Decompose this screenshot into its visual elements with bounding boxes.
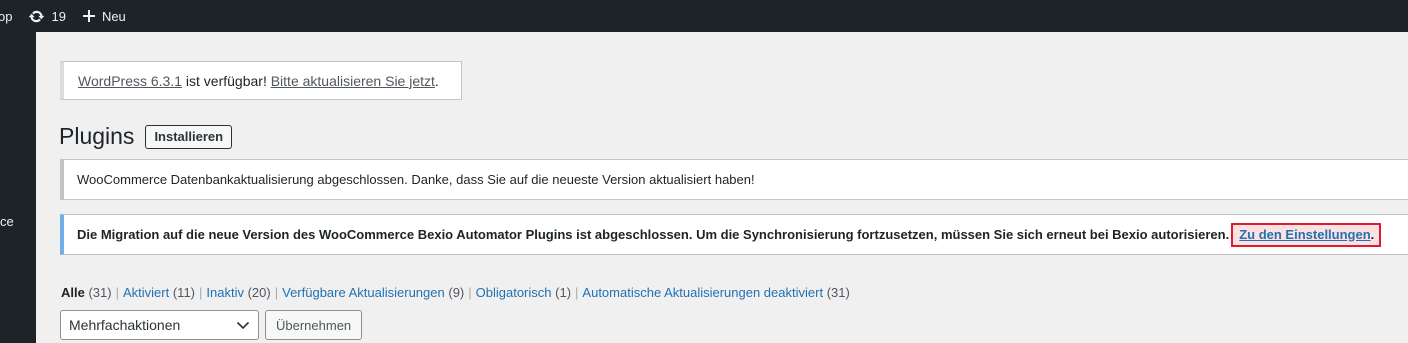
filter-auto-updates-disabled[interactable]: Automatische Aktualisierungen deaktivier…	[582, 285, 849, 300]
filter-separator: |	[115, 285, 119, 300]
update-notice-text: ist verfügbar!	[182, 72, 271, 89]
page-header: Plugins Installieren	[59, 123, 233, 150]
sidebar-menu-item[interactable]: ce	[0, 214, 14, 229]
settings-link-highlight: Zu den Einstellungen.	[1231, 222, 1382, 247]
refresh-icon	[28, 8, 45, 25]
filter-inactive[interactable]: Inaktiv (20)	[206, 285, 270, 300]
migration-text: Die Migration auf die neue Version des W…	[77, 227, 1230, 242]
bulk-actions-bar: Mehrfachaktionen Übernehmen	[60, 310, 363, 340]
settings-link-end: .	[1370, 226, 1375, 242]
bulk-actions-select[interactable]: Mehrfachaktionen	[60, 310, 259, 340]
bulk-apply-button[interactable]: Übernehmen	[265, 310, 363, 340]
updates-link[interactable]: 19	[20, 0, 73, 32]
install-plugin-button[interactable]: Installieren	[145, 124, 233, 149]
filter-must-use[interactable]: Obligatorisch (1)	[476, 285, 571, 300]
plugin-status-filters: Alle (31) | Aktiviert (11) | Inaktiv (20) | Ve…	[61, 285, 850, 300]
filter-separator: |	[199, 285, 203, 300]
site-name-link[interactable]: op	[0, 0, 20, 32]
admin-sidebar: ce	[0, 32, 36, 343]
db-update-text: WooCommerce Datenbankaktualisierung abge…	[77, 172, 755, 187]
new-label: Neu	[101, 8, 126, 24]
filter-all[interactable]: Alle (31)	[61, 285, 112, 300]
filter-separator: |	[468, 285, 472, 300]
settings-link[interactable]: Zu den Einstellungen	[1239, 227, 1370, 242]
filter-updates-available[interactable]: Verfügbare Aktualisierungen (9)	[282, 285, 464, 300]
plus-icon	[82, 9, 96, 23]
site-name-text: op	[0, 8, 13, 24]
wordpress-version-link[interactable]: WordPress 6.3.1	[78, 73, 182, 89]
core-update-notice: WordPress 6.3.1 ist verfügbar! Bitte akt…	[60, 61, 462, 100]
filter-separator: |	[274, 285, 279, 300]
page-title: Plugins	[59, 123, 135, 149]
bulk-actions-selected: Mehrfachaktionen	[69, 317, 181, 333]
db-update-notice: WooCommerce Datenbankaktualisierung abge…	[60, 159, 1408, 200]
admin-bar: op 19 Neu	[0, 0, 1408, 32]
filter-separator: |	[575, 285, 579, 300]
filter-active[interactable]: Aktiviert (11)	[123, 285, 195, 300]
update-now-link[interactable]: Bitte aktualisieren Sie jetzt	[271, 73, 435, 89]
new-content-link[interactable]: Neu	[74, 0, 134, 32]
main-content: WordPress 6.3.1 ist verfügbar! Bitte akt…	[36, 32, 1408, 343]
chevron-down-icon	[236, 321, 250, 330]
update-notice-end: .	[434, 72, 439, 89]
migration-notice: Die Migration auf die neue Version des W…	[60, 214, 1408, 255]
updates-count: 19	[51, 8, 66, 24]
